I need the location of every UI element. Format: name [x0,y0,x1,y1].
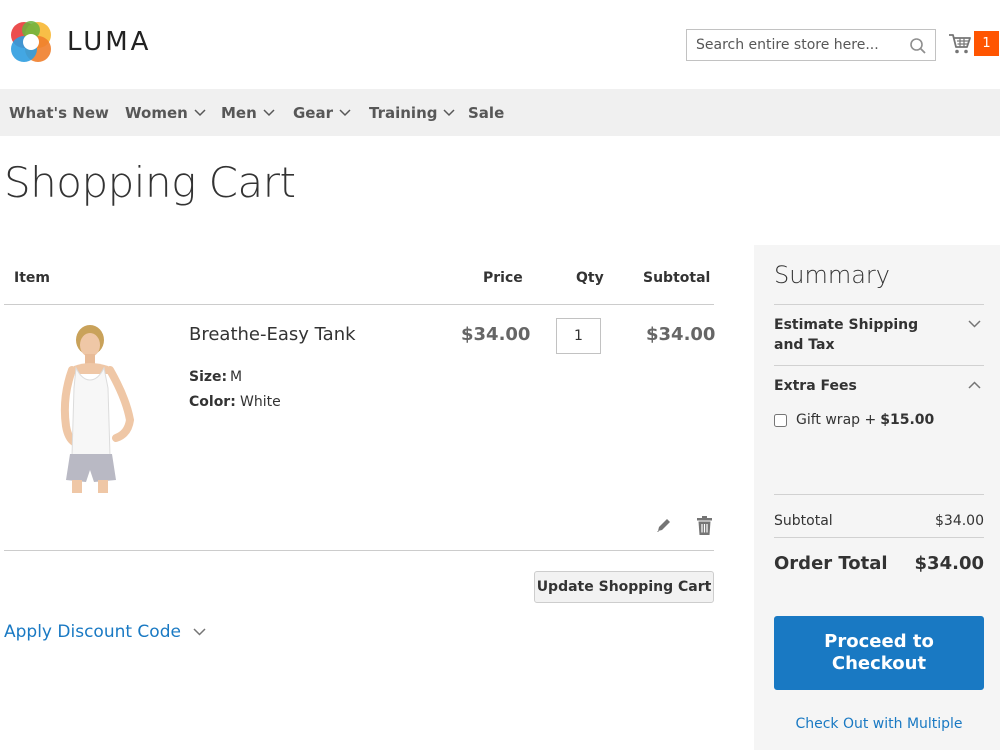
nav-item-gear[interactable]: Gear [293,89,351,136]
cart-summary: Summary Estimate Shipping and Tax Extra … [754,245,1000,750]
column-header-qty: Qty [576,270,604,286]
item-price: $34.00 [461,324,531,345]
trash-icon[interactable] [696,516,713,535]
nav-item-sale[interactable]: Sale [468,89,504,136]
column-header-price: Price [483,270,523,286]
nav-item-men[interactable]: Men [221,89,275,136]
product-name-link[interactable]: Breathe-Easy Tank [189,324,356,345]
chevron-up-icon[interactable] [968,381,981,389]
gift-wrap-checkbox[interactable] [774,413,787,427]
store-logo[interactable]: LUMA [9,20,151,64]
nav-item-label: Women [125,103,188,122]
estimate-shipping-toggle[interactable]: Estimate Shipping and Tax [774,315,944,355]
summary-divider [774,365,984,366]
proceed-to-checkout-button[interactable]: Proceed to Checkout [774,616,984,690]
nav-item-label: Gear [293,103,334,122]
chevron-down-icon [443,108,456,116]
product-image[interactable] [18,318,158,493]
minicart[interactable]: 1 [948,31,999,56]
subtotal-label: Subtotal [774,513,833,529]
item-subtotal: $34.00 [646,324,716,345]
shopping-cart-icon[interactable] [948,32,972,56]
extra-fees-toggle[interactable]: Extra Fees [774,376,857,396]
option-value-size: M [230,369,243,385]
table-footer-divider [4,550,714,551]
gift-wrap-price: $15.00 [880,412,935,428]
option-label-color: Color: [189,394,236,410]
search-box [686,29,936,61]
apply-discount-toggle[interactable]: Apply Discount Code [4,622,206,642]
gift-wrap-option[interactable]: Gift wrap + $15.00 [774,412,934,428]
subtotal-value: $34.00 [935,513,984,529]
page-title: Shopping Cart [4,158,296,207]
nav-item-whats-new[interactable]: What's New [9,89,109,136]
summary-title: Summary [774,261,890,289]
chevron-down-icon [193,628,206,636]
order-total-value: $34.00 [914,553,984,574]
luma-logo-icon [11,21,51,62]
summary-divider [774,304,984,305]
main-navigation: What's New Women Men Gear Training Sale [0,89,1000,136]
chevron-down-icon [263,108,275,116]
edit-icon[interactable] [655,516,673,534]
search-input[interactable] [687,30,897,60]
chevron-down-icon[interactable] [968,320,981,328]
qty-input[interactable] [556,318,601,354]
order-total-label: Order Total [774,553,888,574]
option-value-color: White [240,394,281,410]
nav-item-label: Men [221,103,257,122]
search-icon[interactable] [909,37,927,55]
multi-address-checkout-link[interactable]: Check Out with Multiple [754,716,1000,732]
column-header-item: Item [14,270,50,286]
page-header: LUMA 1 [0,0,1000,89]
gift-wrap-label: Gift wrap + [796,412,877,428]
summary-divider [774,537,984,538]
nav-item-training[interactable]: Training [369,89,456,136]
column-header-subtotal: Subtotal [643,270,711,286]
update-cart-button[interactable]: Update Shopping Cart [534,571,714,603]
discount-label: Apply Discount Code [4,622,181,642]
nav-item-label: Training [369,103,438,122]
summary-divider [774,494,984,495]
logo-text: LUMA [67,27,152,57]
chevron-down-icon [194,108,206,116]
cart-count-badge[interactable]: 1 [974,31,999,56]
nav-item-label: Sale [468,103,505,122]
nav-item-women[interactable]: Women [125,89,206,136]
option-label-size: Size: [189,369,228,385]
nav-item-label: What's New [9,103,109,122]
table-header-divider [4,304,714,305]
chevron-down-icon [339,108,351,116]
